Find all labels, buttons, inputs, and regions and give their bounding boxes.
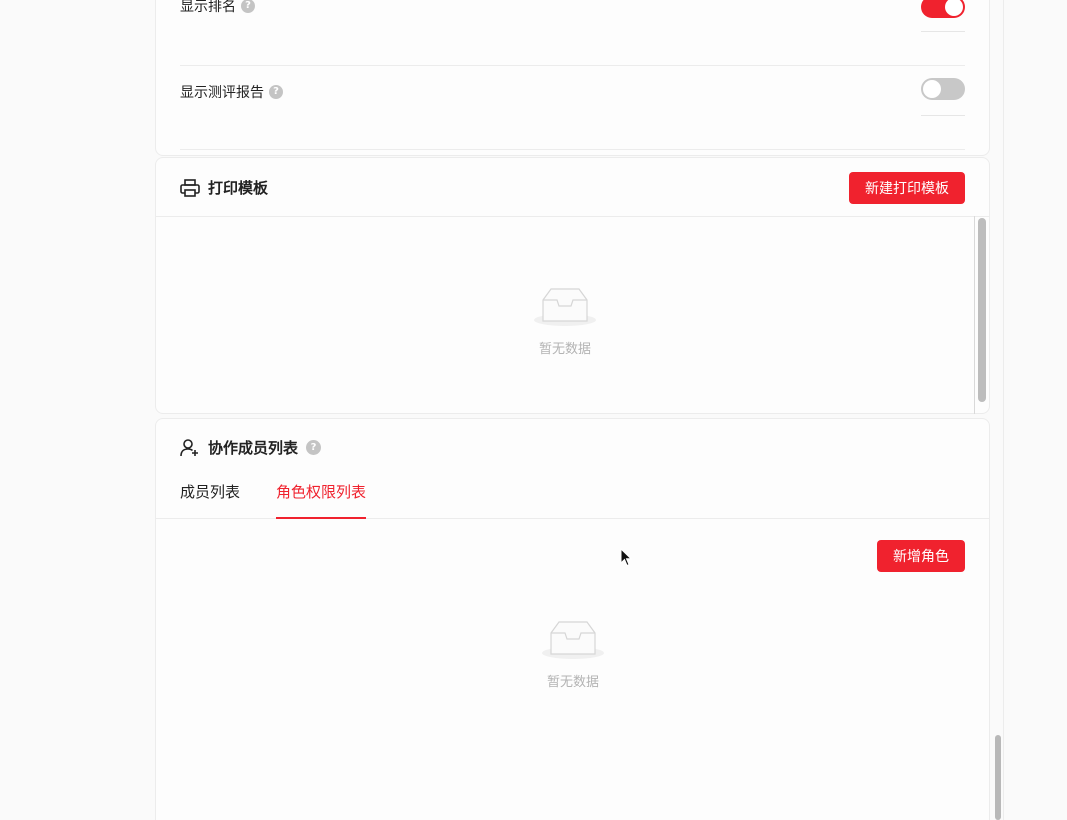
empty-text: 暂无数据	[546, 675, 599, 690]
help-icon[interactable]: ?	[241, 0, 255, 13]
setting-label-wrap: 显示排名 ?	[180, 0, 255, 16]
empty-state: 暂无数据	[505, 286, 625, 357]
print-scroll-track	[974, 216, 975, 414]
page: 显示排名 ? 显示测评报告 ? 打印模板 新建打印模板 暂无数据 协作成员列表 …	[0, 0, 1067, 820]
empty-inbox-icon	[534, 288, 596, 326]
setting-row-report: 显示测评报告 ?	[180, 65, 965, 150]
right-rail	[1003, 0, 1004, 820]
page-scrollbar[interactable]	[994, 735, 1002, 820]
print-template-card: 打印模板 新建打印模板 暂无数据	[155, 157, 990, 414]
scrollbar-thumb[interactable]	[995, 735, 1001, 820]
display-settings-card: 显示排名 ? 显示测评报告 ?	[155, 0, 990, 156]
toggle-underline	[921, 31, 965, 32]
tab-role-permissions[interactable]: 角色权限列表	[276, 481, 367, 519]
team-icon	[180, 438, 198, 456]
empty-inbox-icon	[542, 621, 604, 659]
empty-state: 暂无数据	[513, 619, 633, 690]
print-template-header: 打印模板 新建打印模板	[156, 158, 989, 217]
print-template-title: 打印模板	[208, 179, 269, 197]
toggle-underline	[921, 115, 965, 116]
printer-icon	[180, 178, 200, 197]
help-icon[interactable]: ?	[306, 440, 322, 455]
scrollbar-thumb[interactable]	[978, 218, 986, 402]
add-role-button[interactable]: 新增角色	[877, 540, 965, 572]
mouse-cursor-icon	[620, 548, 632, 567]
collaborators-tabs: 成员列表 角色权限列表	[156, 469, 989, 519]
toggle-knob	[923, 80, 941, 98]
collaborators-card: 协作成员列表 ? 成员列表 角色权限列表 新增角色 暂无数据	[155, 418, 990, 820]
new-print-template-button[interactable]: 新建打印模板	[849, 172, 965, 204]
collaborators-title: 协作成员列表	[208, 439, 299, 457]
collaborators-title-wrap: 协作成员列表 ?	[180, 437, 322, 458]
ranking-toggle[interactable]	[921, 0, 965, 18]
setting-row-ranking: 显示排名 ?	[180, 0, 965, 66]
setting-label: 显示测评报告	[180, 85, 264, 101]
tab-members[interactable]: 成员列表	[180, 481, 240, 517]
print-template-title-wrap: 打印模板	[180, 177, 268, 198]
print-scrollbar[interactable]	[977, 218, 987, 402]
report-toggle[interactable]	[921, 78, 965, 100]
toggle-knob	[945, 0, 963, 16]
help-icon[interactable]: ?	[269, 85, 283, 99]
setting-label: 显示排名	[180, 0, 236, 15]
setting-label-wrap: 显示测评报告 ?	[180, 82, 283, 102]
empty-text: 暂无数据	[538, 342, 591, 357]
